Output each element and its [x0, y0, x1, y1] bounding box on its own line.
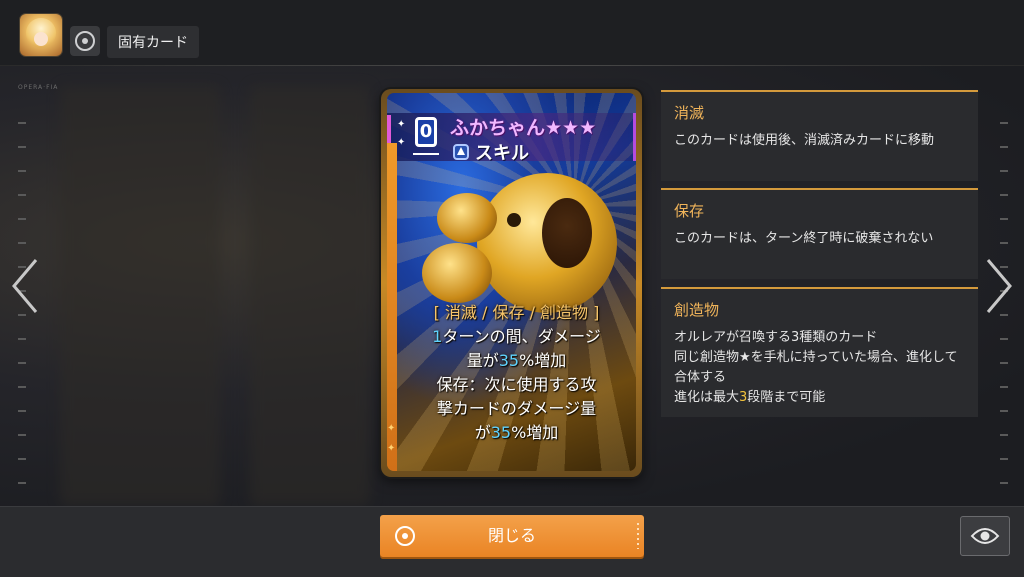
info-title: 保存	[674, 202, 705, 220]
desc-number: 35	[498, 351, 520, 370]
avatar-face	[34, 32, 48, 46]
top-bar-divider	[0, 65, 1024, 66]
desc-line-2: 量が35%増加	[399, 349, 634, 373]
desc-text: %増加	[511, 423, 559, 442]
sparkle-icon: ✦	[387, 443, 396, 454]
close-button[interactable]: 閉じる	[380, 515, 644, 557]
info-line: 進化は最大3段階まで可能	[674, 388, 965, 408]
desc-number: 35	[490, 423, 512, 442]
page-title: 固有カード	[107, 26, 199, 58]
background-tiny-label: OPERA·FIA	[18, 84, 59, 91]
info-line: 同じ創造物★を手札に持っていた場合、進化して合体する	[674, 350, 958, 385]
card-cost: 0	[419, 121, 433, 142]
desc-line-4: 撃カードのダメージ量	[436, 399, 597, 418]
cost-underline	[413, 153, 439, 155]
sparkle-icon: ✦	[397, 119, 406, 130]
info-panel-creation: 創造物 オルレアが召喚する3種類のカード 同じ創造物★を手札に持っていた場合、進…	[661, 287, 978, 417]
card-cost-badge: 0	[415, 117, 437, 147]
creature-arm	[437, 193, 497, 243]
desc-line-1: 1ターンの間、ダメージ	[399, 325, 634, 349]
desc-line-5: が35%増加	[399, 421, 634, 445]
info-text-part: 進化は最大	[674, 390, 740, 405]
target-ring	[75, 31, 95, 51]
desc-text: %増加	[519, 351, 567, 370]
info-line: オルレアが召喚する3種類のカード	[674, 330, 878, 345]
button-grip	[637, 523, 639, 549]
target-icon[interactable]	[70, 26, 100, 56]
close-button-label: 閉じる	[487, 526, 536, 545]
skill-triangle-icon	[453, 144, 469, 160]
info-panel-vanish: 消滅 このカードは使用後、消滅済みカードに移動	[661, 90, 978, 181]
card-keywords: [ 消滅 / 保存 / 創造物 ]	[433, 303, 600, 322]
creature-eye	[507, 213, 521, 227]
info-panel-retain: 保存 このカードは、ターン終了時に破棄されない	[661, 188, 978, 279]
eye-icon[interactable]	[960, 516, 1010, 556]
card-name: ふかちゃん★★★	[450, 117, 597, 139]
card-side-bar	[387, 143, 397, 471]
character-portrait-icon[interactable]	[20, 14, 62, 56]
info-text: このカードは、ターン終了時に破棄されない	[674, 231, 934, 246]
desc-number: 1	[432, 327, 443, 346]
card-type: スキル	[453, 139, 529, 165]
desc-text: 量が	[466, 351, 499, 370]
skill-card[interactable]: ✦ ✦ ✦ ✦ 0 ふかちゃん★★★ スキル [ 消滅 / 保存 / 創造物 ]…	[381, 89, 642, 477]
chevron-left-icon[interactable]	[8, 256, 44, 316]
sparkle-icon: ✦	[397, 137, 406, 148]
chevron-right-icon[interactable]	[980, 256, 1016, 316]
info-text-part: 段階まで可能	[747, 390, 826, 405]
info-text: オルレアが召喚する3種類のカード 同じ創造物★を手札に持っていた場合、進化して合…	[674, 328, 965, 408]
card-side-accent-right	[633, 113, 636, 161]
sparkle-icon: ✦	[387, 423, 396, 434]
blurred-card-left	[60, 86, 220, 506]
blurred-card-mid	[250, 86, 370, 506]
info-title: 創造物	[674, 301, 720, 319]
info-text: このカードは使用後、消滅済みカードに移動	[674, 133, 935, 148]
card-type-label: スキル	[475, 143, 529, 164]
desc-line-3: 保存：次に使用する攻	[436, 375, 597, 394]
creature-mouth	[542, 198, 592, 268]
card-art: ✦ ✦ ✦ ✦ 0 ふかちゃん★★★ スキル [ 消滅 / 保存 / 創造物 ]…	[387, 93, 636, 471]
info-title: 消滅	[674, 104, 705, 122]
creature-tentacle	[422, 243, 492, 303]
desc-text: ターンの間、ダメージ	[442, 327, 601, 346]
card-description: [ 消滅 / 保存 / 創造物 ] 1ターンの間、ダメージ 量が35%増加 保存…	[399, 301, 634, 445]
desc-text: が	[474, 423, 491, 442]
